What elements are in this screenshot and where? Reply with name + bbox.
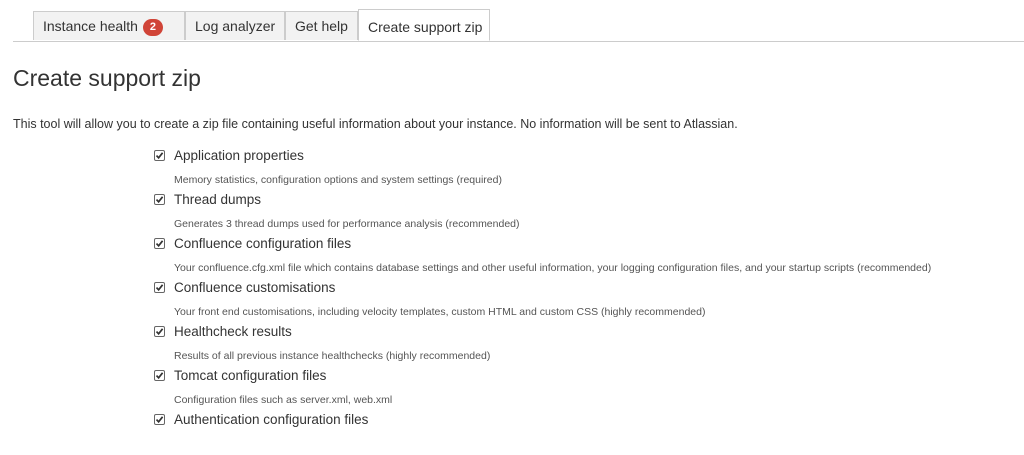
tab-instance-health-label: Instance health [43,18,138,34]
tomcat-configuration-files-checkbox[interactable] [154,370,165,381]
tab-get-help[interactable]: Get help [285,11,358,40]
option-authentication-configuration-files: Authentication configuration files [154,411,1022,455]
checkmark-icon [155,240,164,248]
tab-create-support-zip-label: Create support zip [368,19,483,35]
confluence-configuration-files-description: Your confluence.cfg.xml file which conta… [174,262,932,274]
thread-dumps-label[interactable]: Thread dumps [174,191,261,209]
thread-dumps-checkbox[interactable] [154,194,165,205]
confluence-configuration-files-checkbox[interactable] [154,238,165,249]
confluence-customisations-description: Your front end customisations, including… [174,306,706,318]
tab-log-analyzer[interactable]: Log analyzer [185,11,285,40]
tab-instance-health[interactable]: Instance health 2 [33,11,185,40]
confluence-customisations-checkbox[interactable] [154,282,165,293]
page-title: Create support zip [13,65,201,91]
tomcat-configuration-files-label[interactable]: Tomcat configuration files [174,367,326,385]
tab-create-support-zip[interactable]: Create support zip [358,9,490,41]
tab-bar: Instance health 2 Log analyzer Get help C… [13,9,1024,42]
support-zip-options: Application properties Memory statistics… [154,147,1022,455]
tomcat-configuration-files-description: Configuration files such as server.xml, … [174,394,393,406]
checkmark-icon [155,284,164,292]
checkmark-icon [155,372,164,380]
checkmark-icon [155,152,164,160]
checkmark-icon [155,196,164,204]
checkmark-icon [155,416,164,424]
option-tomcat-configuration-files: Tomcat configuration files Configuration… [154,367,1022,411]
intro-text: This tool will allow you to create a zip… [13,117,738,131]
option-confluence-customisations: Confluence customisations Your front end… [154,279,1022,323]
thread-dumps-description: Generates 3 thread dumps used for perfor… [174,218,520,230]
healthcheck-results-description: Results of all previous instance healthc… [174,350,491,362]
tab-get-help-label: Get help [295,18,348,34]
authentication-configuration-files-label[interactable]: Authentication configuration files [174,411,368,429]
application-properties-description: Memory statistics, configuration options… [174,174,502,186]
healthcheck-results-label[interactable]: Healthcheck results [174,323,292,341]
tab-log-analyzer-label: Log analyzer [195,18,276,34]
confluence-configuration-files-label[interactable]: Confluence configuration files [174,235,351,253]
option-application-properties: Application properties Memory statistics… [154,147,1022,191]
application-properties-checkbox[interactable] [154,150,165,161]
option-healthcheck-results: Healthcheck results Results of all previ… [154,323,1022,367]
confluence-customisations-label[interactable]: Confluence customisations [174,279,335,297]
option-thread-dumps: Thread dumps Generates 3 thread dumps us… [154,191,1022,235]
healthcheck-results-checkbox[interactable] [154,326,165,337]
instance-health-count-badge: 2 [142,19,163,36]
checkmark-icon [155,328,164,336]
authentication-configuration-files-checkbox[interactable] [154,414,165,425]
option-confluence-configuration-files: Confluence configuration files Your conf… [154,235,1022,279]
application-properties-label[interactable]: Application properties [174,147,304,165]
